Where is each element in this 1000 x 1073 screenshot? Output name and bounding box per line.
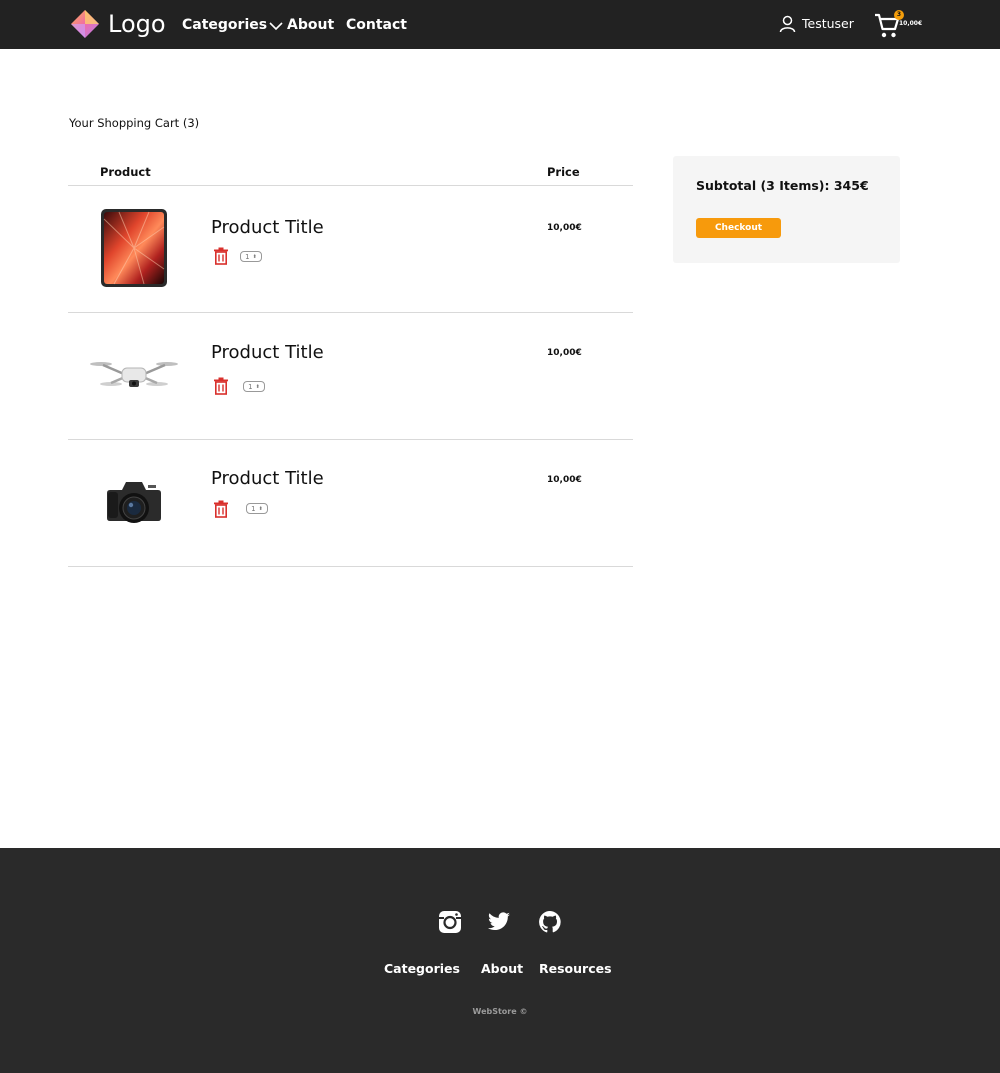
instagram-icon[interactable] (438, 910, 462, 934)
product-price: 10,00€ (547, 348, 582, 358)
user-name: Testuser (802, 16, 854, 31)
github-icon[interactable] (538, 910, 562, 934)
nav-categories-label: Categories (182, 17, 268, 33)
trash-icon[interactable] (213, 377, 229, 395)
product-title[interactable]: Product Title (211, 467, 324, 491)
product-title[interactable]: Product Title (211, 216, 324, 240)
navbar: Logo Categories About Contact Testuser 3… (0, 0, 1000, 49)
column-header-product: Product (100, 165, 151, 179)
tablet-image (101, 209, 167, 287)
footer-link-categories[interactable]: Categories (384, 961, 460, 977)
logo-text: Logo (108, 10, 166, 38)
column-header-price: Price (547, 165, 580, 179)
page-title: Your Shopping Cart (3) (69, 116, 200, 130)
cart-total: 10,00€ (899, 20, 923, 27)
quantity-stepper[interactable]: 1 ⬍ (243, 381, 265, 392)
cart-item-row: Product Title 10,00€ 1 ⬍ (68, 313, 633, 439)
nav-contact[interactable]: Contact (346, 16, 407, 34)
quantity-stepper[interactable]: 1 ⬍ (240, 251, 262, 262)
cart-item-row: Product Title 10,00€ 1 ⬍ (68, 440, 633, 566)
quantity-stepper[interactable]: 1 ⬍ (246, 503, 268, 514)
user-icon (779, 15, 796, 33)
subtotal: Subtotal (3 Items): 345€ (696, 178, 869, 193)
stepper-arrows-icon: ⬍ (258, 505, 263, 512)
user-menu[interactable]: Testuser (779, 15, 854, 33)
logo-icon (71, 10, 99, 38)
trash-icon[interactable] (213, 500, 229, 518)
product-image[interactable] (88, 456, 180, 548)
stepper-arrows-icon: ⬍ (252, 253, 257, 260)
order-summary: Subtotal (3 Items): 345€ Checkout (673, 156, 900, 263)
twitter-icon[interactable] (487, 910, 511, 934)
footer-link-resources[interactable]: Resources (539, 961, 612, 977)
quantity-value: 1 (245, 252, 250, 261)
quantity-value: 1 (251, 504, 256, 513)
product-image[interactable] (88, 202, 180, 294)
footer-link-about[interactable]: About (481, 961, 523, 977)
nav-about[interactable]: About (287, 16, 334, 34)
nav-categories[interactable]: Categories (182, 16, 283, 34)
drone-image (90, 362, 178, 387)
cart-item-row: Product Title 10,00€ 1 ⬍ (68, 186, 633, 312)
copyright: WebStore © (472, 1007, 528, 1016)
chevron-down-icon (269, 22, 283, 31)
product-title[interactable]: Product Title (211, 341, 324, 365)
checkout-button[interactable]: Checkout (696, 218, 781, 238)
product-image[interactable] (88, 329, 180, 421)
logo[interactable]: Logo (70, 9, 166, 39)
cart-button[interactable]: 3 10,00€ (874, 10, 922, 40)
footer: Categories About Resources WebStore © (0, 848, 1000, 1073)
trash-icon[interactable] (213, 247, 229, 265)
camera-image (107, 482, 161, 523)
quantity-value: 1 (248, 382, 253, 391)
divider (68, 566, 633, 567)
stepper-arrows-icon: ⬍ (255, 383, 260, 390)
cart-count-badge: 3 (894, 10, 904, 20)
product-price: 10,00€ (547, 223, 582, 233)
product-price: 10,00€ (547, 475, 582, 485)
